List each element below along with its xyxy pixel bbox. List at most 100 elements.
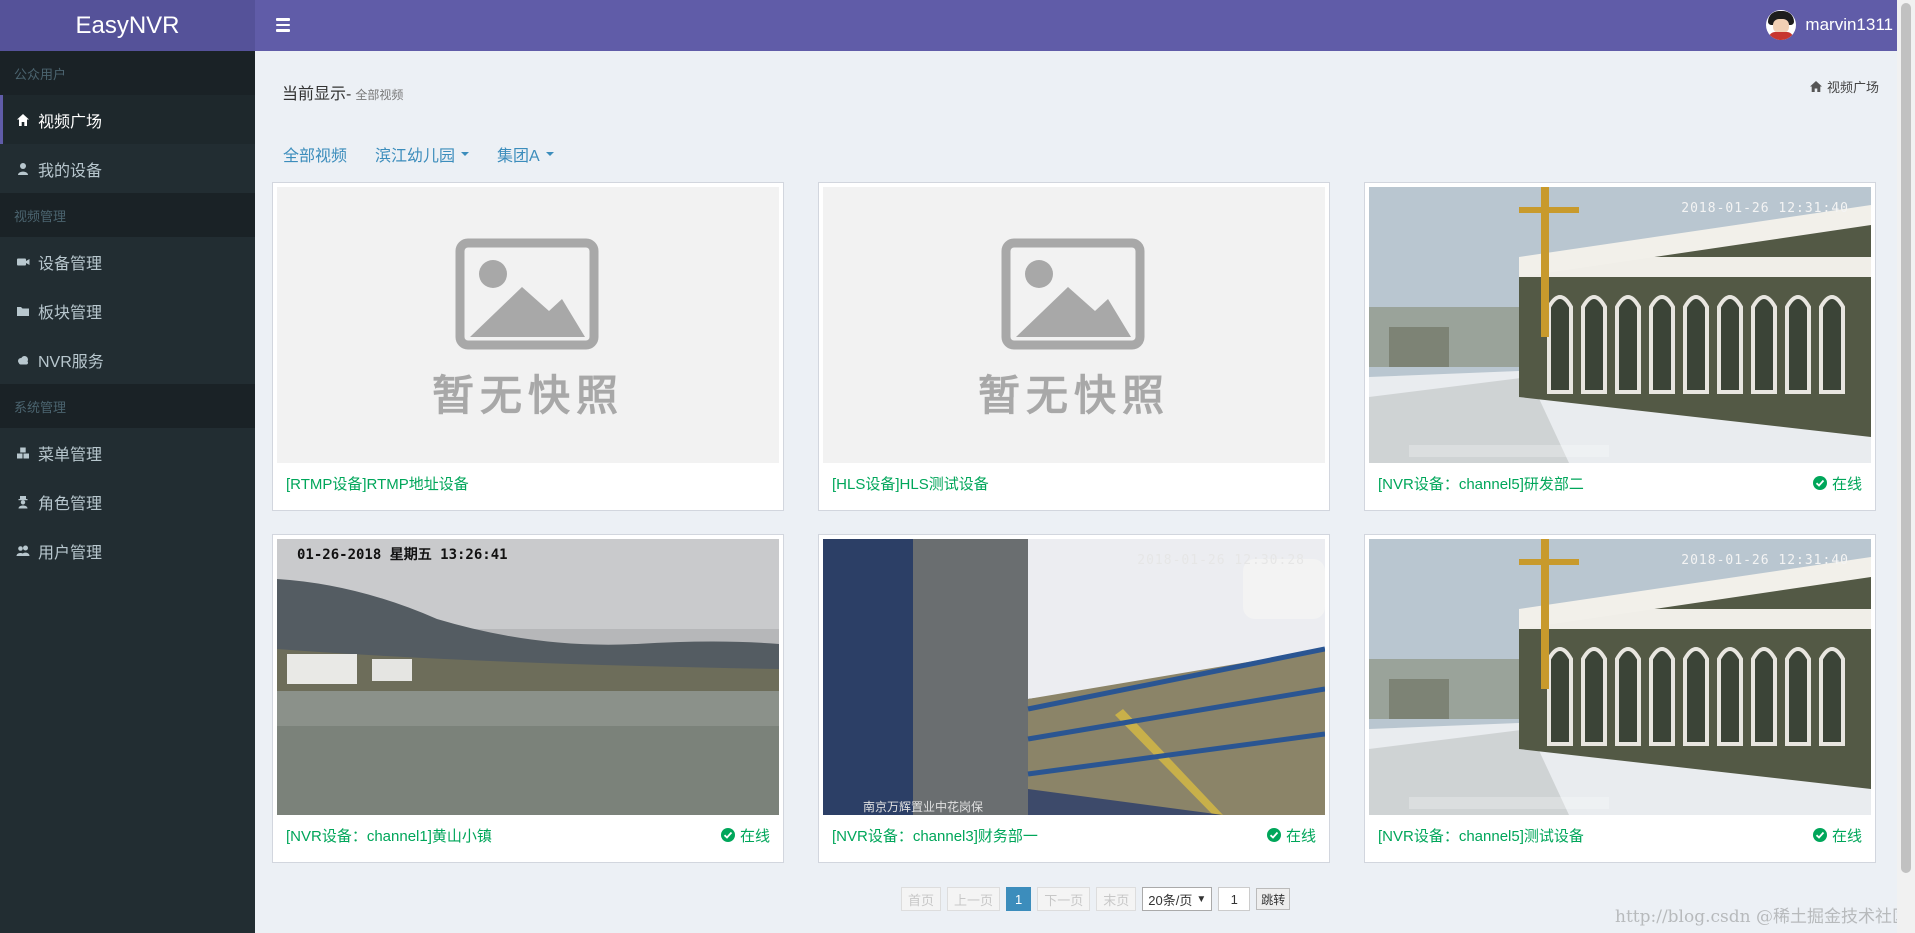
camera-snapshot: 2018-01-26 12:31:40 (1369, 187, 1871, 463)
pagination: 首页 上一页 1 下一页 末页 20条/页 ▼ 跳转 (901, 887, 1291, 911)
device-name[interactable]: [NVR设备：channel1]黄山小镇 (286, 825, 492, 846)
sidebar-item-2-2[interactable]: 用户管理 (0, 526, 255, 575)
sidebar-item-1-0[interactable]: 设备管理 (0, 237, 255, 286)
prev-page-button[interactable]: 上一页 (947, 887, 1001, 911)
video-card[interactable]: 2018-01-26 12:30:28 南京万辉置业中花岗保 [NVR设备：ch… (818, 534, 1330, 863)
svg-text:暂无快照: 暂无快照 (432, 371, 624, 420)
page-size-select[interactable]: 20条/页 ▼ (1142, 887, 1213, 911)
filter-tab-0[interactable]: 全部视频 (283, 142, 347, 166)
users-icon (16, 544, 30, 558)
scrollbar-thumb[interactable] (1901, 3, 1911, 873)
status-text: 在线 (1285, 827, 1316, 845)
device-name[interactable]: [RTMP设备]RTMP地址设备 (286, 473, 469, 494)
video-thumbnail[interactable]: 01-26-2018 星期五 13:26:41 (277, 539, 779, 815)
video-card[interactable]: 2018-01-26 12:31:40 [NVR设备：channel5]测试设备… (1364, 534, 1876, 863)
user-secret-icon (16, 495, 30, 509)
user-menu[interactable]: marvin1311 (1766, 8, 1893, 42)
sidebar-item-2-0[interactable]: 菜单管理 (0, 428, 255, 477)
caret-down-icon (545, 152, 554, 156)
online-status: 在线 (1266, 825, 1316, 846)
sidebar-item-1-2[interactable]: NVR服务 (0, 335, 255, 384)
cloud-icon (16, 353, 30, 367)
video-thumbnail[interactable]: 2018-01-26 12:30:28 南京万辉置业中花岗保 (823, 539, 1325, 815)
page-subtitle: 全部视频 (355, 88, 404, 102)
jump-page-input[interactable] (1218, 887, 1251, 911)
cubes-icon (16, 446, 30, 460)
svg-text:南京万辉置业中花岗保: 南京万辉置业中花岗保 (863, 799, 983, 814)
svg-text:2018-01-26 12:31:40: 2018-01-26 12:31:40 (1681, 201, 1849, 216)
video-card[interactable]: 暂无快照 [RTMP设备]RTMP地址设备 (272, 182, 784, 511)
page-scrollbar[interactable] (1897, 0, 1915, 933)
video-thumbnail[interactable]: 暂无快照 (823, 187, 1325, 463)
svg-text:2018-01-26 12:30:28: 2018-01-26 12:30:28 (1137, 553, 1305, 568)
next-page-button[interactable]: 下一页 (1037, 887, 1091, 911)
check-circle-icon (1812, 828, 1827, 842)
video-card[interactable]: 01-26-2018 星期五 13:26:41 [NVR设备：channel1]… (272, 534, 784, 863)
first-page-button[interactable]: 首页 (901, 887, 942, 911)
device-name[interactable]: [NVR设备：channel5]研发部二 (1378, 473, 1584, 494)
page-title: 当前显示- 全部视频 (282, 80, 403, 104)
device-name[interactable]: [NVR设备：channel3]财务部一 (832, 825, 1038, 846)
sidebar-item-label: 设备管理 (38, 255, 103, 273)
app-logo[interactable]: EasyNVR (0, 0, 255, 51)
camera-snapshot: 01-26-2018 星期五 13:26:41 (277, 539, 779, 815)
dropdown-arrow-icon: ▼ (1196, 893, 1207, 905)
check-circle-icon (720, 828, 735, 842)
video-camera-icon (16, 255, 30, 269)
sidebar-section-header: 系统管理 (0, 384, 255, 428)
filter-tab-1[interactable]: 滨江幼儿园 (375, 142, 470, 166)
svg-text:2018-01-26 12:31:40: 2018-01-26 12:31:40 (1681, 553, 1849, 568)
jump-button[interactable]: 跳转 (1256, 888, 1291, 910)
status-text: 在线 (739, 827, 770, 845)
card-footer: [NVR设备：channel1]黄山小镇 在线 (277, 815, 779, 855)
filter-label: 滨江幼儿园 (375, 148, 456, 165)
last-page-button[interactable]: 末页 (1096, 887, 1137, 911)
svg-text:暂无快照: 暂无快照 (978, 371, 1170, 420)
svg-text:01-26-2018 星期五 13:26:41: 01-26-2018 星期五 13:26:41 (297, 547, 508, 563)
page-size-value: 20条/页 (1148, 892, 1193, 908)
breadcrumb[interactable]: 视频广场 (1809, 77, 1879, 96)
menu-toggle-icon[interactable] (271, 13, 295, 37)
sidebar-item-label: 板块管理 (38, 304, 103, 322)
sidebar-item-label: 角色管理 (38, 495, 103, 513)
online-status: 在线 (1812, 825, 1862, 846)
avatar (1766, 10, 1797, 40)
no-snapshot-icon: 暂无快照 (823, 187, 1325, 463)
caret-down-icon (461, 152, 470, 156)
sidebar-item-label: NVR服务 (38, 353, 104, 371)
breadcrumb-label: 视频广场 (1826, 80, 1879, 95)
video-thumbnail[interactable]: 2018-01-26 12:31:40 (1369, 539, 1871, 815)
sidebar-item-2-1[interactable]: 角色管理 (0, 477, 255, 526)
online-status: 在线 (720, 825, 770, 846)
status-text: 在线 (1831, 827, 1862, 845)
card-footer: [RTMP设备]RTMP地址设备 (277, 463, 779, 503)
device-name[interactable]: [NVR设备：channel5]测试设备 (1378, 825, 1584, 846)
video-card[interactable]: 2018-01-26 12:31:40 [NVR设备：channel5]研发部二… (1364, 182, 1876, 511)
sidebar-item-0-0[interactable]: 视频广场 (0, 95, 255, 144)
no-snapshot-icon: 暂无快照 (277, 187, 779, 463)
video-card[interactable]: 暂无快照 [HLS设备]HLS测试设备 (818, 182, 1330, 511)
user-name: marvin1311 (1805, 15, 1893, 34)
sidebar-item-label: 用户管理 (38, 544, 103, 562)
check-circle-icon (1266, 828, 1281, 842)
filter-tab-2[interactable]: 集团A (497, 142, 554, 166)
watermark: http://blog.csdn @稀土掘金技术社区 (1615, 907, 1909, 927)
sidebar-section-header: 公众用户 (0, 51, 255, 95)
home-icon (1809, 81, 1822, 92)
current-page-button[interactable]: 1 (1006, 887, 1032, 911)
sidebar-item-0-1[interactable]: 我的设备 (0, 144, 255, 193)
sidebar-item-label: 我的设备 (38, 162, 103, 180)
top-navbar: marvin1311 (255, 0, 1915, 51)
camera-snapshot: 2018-01-26 12:30:28 南京万辉置业中花岗保 (823, 539, 1325, 815)
card-footer: [NVR设备：channel3]财务部一 在线 (823, 815, 1325, 855)
sidebar-item-1-1[interactable]: 板块管理 (0, 286, 255, 335)
filter-label: 集团A (497, 148, 540, 165)
video-thumbnail[interactable]: 暂无快照 (277, 187, 779, 463)
camera-snapshot: 2018-01-26 12:31:40 (1369, 539, 1871, 815)
device-name[interactable]: [HLS设备]HLS测试设备 (832, 473, 989, 494)
card-footer: [NVR设备：channel5]测试设备 在线 (1369, 815, 1871, 855)
video-thumbnail[interactable]: 2018-01-26 12:31:40 (1369, 187, 1871, 463)
home-icon (16, 113, 30, 127)
sidebar-item-label: 视频广场 (38, 113, 103, 131)
check-circle-icon (1812, 476, 1827, 490)
